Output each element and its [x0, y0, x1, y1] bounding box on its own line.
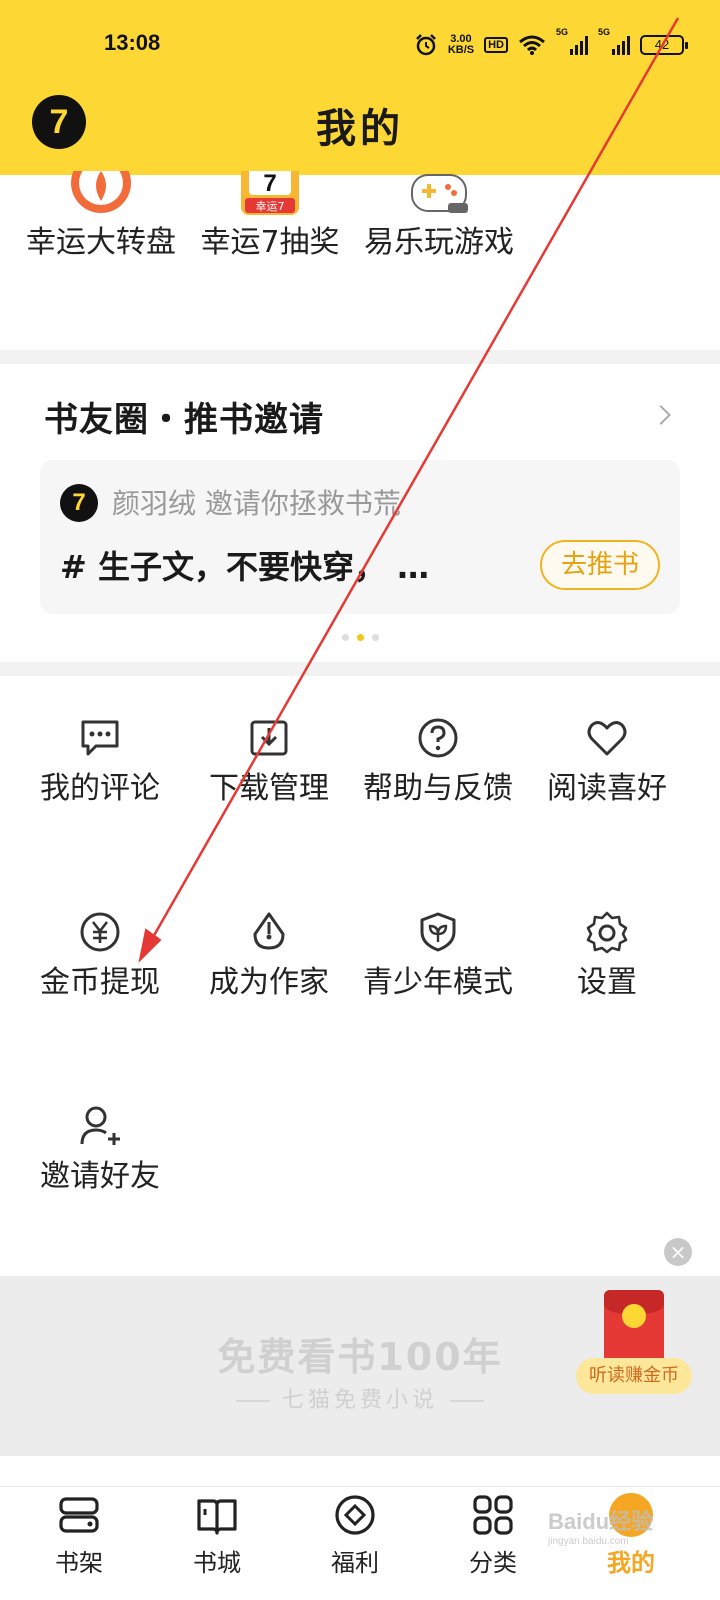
function-label: 我的评论 [40, 771, 160, 806]
download-manager-button[interactable]: 下载管理 [183, 716, 355, 812]
carousel-dot-active [356, 634, 364, 641]
nav-label: 分类 [469, 1549, 517, 1577]
carousel-dots [0, 634, 720, 641]
function-label: 青少年模式 [363, 965, 513, 1000]
nav-label: 书城 [193, 1549, 241, 1577]
watermark-brand: Baidu经验 [548, 1509, 654, 1534]
post-text: # 生子文，不要快穿， … [60, 548, 430, 586]
function-label: 成为作家 [209, 965, 329, 1000]
recommend-book-button[interactable]: 去推书 [540, 540, 660, 590]
book-circle-section: 书友圈・推书邀请 7 颜羽绒 邀请你拯救书荒 # 生子文，不要快穿， … 去推书 [0, 364, 720, 662]
comment-icon [81, 720, 119, 756]
nav-label: 书架 [55, 1549, 103, 1577]
status-time: 13:08 [104, 30, 161, 55]
download-icon [250, 720, 288, 756]
signal-icon: 5G [598, 27, 630, 55]
function-label: 邀请好友 [40, 1159, 160, 1194]
book-circle-title[interactable]: 书友圈・推书邀请 [44, 392, 324, 441]
close-icon[interactable]: × [664, 1238, 692, 1266]
invite-friends-button[interactable]: 邀请好友 [14, 1104, 186, 1200]
activity-row: 幸运大转盘 7 幸运7 幸运7抽奖 易乐玩游戏 [0, 171, 720, 350]
network-speed: 3.00 KB/S [448, 34, 474, 56]
gear-icon [586, 911, 628, 954]
battery-icon: 42 [640, 35, 688, 55]
wifi-icon [519, 35, 545, 55]
youth-mode-button[interactable]: 青少年模式 [352, 910, 524, 1006]
coin-icon [622, 1304, 646, 1328]
activity-lucky-seven[interactable]: 7 幸运7 幸运7抽奖 [195, 171, 345, 266]
red-packet-icon[interactable] [604, 1290, 664, 1364]
section-divider [0, 350, 720, 364]
grid-icon [473, 1495, 513, 1535]
my-comments-button[interactable]: 我的评论 [14, 716, 186, 812]
youth-shield-icon [420, 912, 456, 952]
heart-icon [587, 721, 627, 756]
function-label: 阅读喜好 [547, 771, 667, 806]
hd-badge: HD [484, 37, 508, 53]
help-feedback-button[interactable]: 帮助与反馈 [352, 716, 524, 812]
function-grid: 我的评论 下载管理 帮助与反馈 阅读喜好 金币提现 成为作家 青少年模式 设置 … [0, 676, 720, 1276]
carousel-dot [371, 634, 379, 641]
watermark-url: jingyan.baidu.com [548, 1536, 629, 1547]
activity-label: 幸运7抽奖 [200, 225, 340, 260]
tab-welfare[interactable]: 福利 [300, 1493, 410, 1578]
activity-label: 易乐玩游戏 [364, 225, 514, 260]
book-icon [197, 1499, 237, 1535]
profile-page: 13:08 3.00 KB/S HD 5G 5G 42 7 我的 幸运大转盘 7… [0, 0, 720, 1600]
sim2-label: 5G [598, 27, 611, 37]
carousel-dot [341, 634, 349, 641]
function-label: 帮助与反馈 [363, 771, 513, 806]
status-icons: 3.00 KB/S HD 5G 5G 42 [414, 27, 688, 60]
nav-label: 福利 [331, 1549, 379, 1577]
chevron-right-icon[interactable] [651, 405, 671, 425]
nav-label-active: 我的 [607, 1549, 655, 1577]
inviter-avatar: 7 [60, 484, 98, 522]
reading-preference-button[interactable]: 阅读喜好 [521, 716, 693, 812]
page-title: 我的 [316, 106, 404, 152]
inviter-text: 颜羽绒 邀请你拯救书荒 [112, 487, 401, 520]
help-icon [418, 718, 458, 758]
watermark: Baidu经验 jingyan.baidu.com [548, 1504, 653, 1547]
gamepad-icon [408, 171, 470, 216]
coin-withdraw-button[interactable]: 金币提现 [14, 910, 186, 1006]
activity-lucky-wheel[interactable]: 幸运大转盘 [26, 171, 176, 266]
spin-wheel-icon [70, 171, 132, 216]
become-writer-button[interactable]: 成为作家 [183, 910, 355, 1006]
svg-text:7: 7 [263, 171, 276, 197]
bookshelf-icon [59, 1497, 99, 1533]
settings-button[interactable]: 设置 [521, 910, 693, 1006]
function-label: 金币提现 [40, 965, 160, 1000]
book-circle-card[interactable]: 7 颜羽绒 邀请你拯救书荒 # 生子文，不要快穿， … 去推书 [40, 460, 680, 614]
function-label: 设置 [577, 965, 637, 1000]
activity-label: 幸运大转盘 [26, 225, 176, 260]
speed-unit: KB/S [447, 44, 475, 56]
lucky-seven-icon: 7 幸运7 [239, 171, 301, 216]
coin-yen-icon [80, 912, 120, 952]
gift-coin-icon [335, 1495, 375, 1535]
alarm-icon [415, 34, 436, 56]
pen-nib-icon [253, 912, 285, 950]
function-label: 下载管理 [209, 771, 329, 806]
signal-icon: 5G [556, 27, 588, 55]
header: 13:08 3.00 KB/S HD 5G 5G 42 7 我的 [0, 0, 720, 175]
section-divider [0, 662, 720, 676]
sim1-label: 5G [556, 27, 569, 37]
activity-game[interactable]: 易乐玩游戏 [364, 171, 514, 266]
add-user-icon [80, 1106, 120, 1145]
inviter-avatar-logo: 7 [72, 489, 86, 516]
listen-earn-coins-button[interactable]: 听读赚金币 [576, 1358, 692, 1394]
tab-bookstore[interactable]: 书城 [162, 1493, 272, 1578]
tab-bookshelf[interactable]: 书架 [24, 1493, 134, 1578]
lucky-badge: 幸运7 [256, 200, 285, 213]
tab-category[interactable]: 分类 [438, 1493, 548, 1578]
